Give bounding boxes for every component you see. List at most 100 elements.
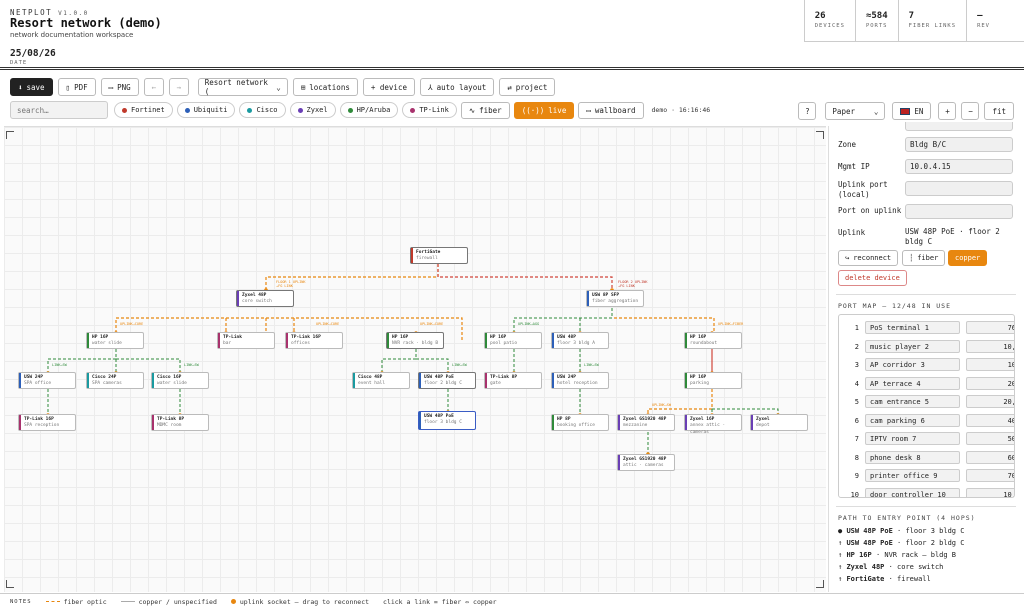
device-node[interactable]: USW 24P hotel reception bbox=[551, 372, 609, 389]
wallboard-button[interactable]: ▭ wallboard bbox=[578, 101, 644, 119]
device-node[interactable]: TP-Link 16P offices bbox=[285, 332, 343, 349]
vendor-dot-icon bbox=[347, 107, 353, 113]
stat-rev: — REV bbox=[966, 0, 1024, 42]
zoom-in-button[interactable]: + bbox=[938, 102, 957, 120]
port-row[interactable]: 6cam parking 640 bbox=[839, 413, 1014, 429]
help-button[interactable]: ? bbox=[798, 102, 817, 120]
path-hop[interactable]: ↑ USW 48P PoE · floor 2 bldg C bbox=[838, 539, 964, 547]
link-label: LINK→SW bbox=[52, 363, 67, 367]
fiber-toggle-button[interactable]: ∿ fiber bbox=[460, 101, 510, 119]
date-label: DATE bbox=[10, 60, 28, 66]
device-node[interactable]: HP 16P pool patio bbox=[484, 332, 542, 349]
device-node[interactable]: USW 48P PoE floor 2 bldg C bbox=[418, 372, 476, 389]
stats-panel: 26 DEVICES ≈584 PORTS 7 FIBER LINKS — REV bbox=[803, 0, 1024, 42]
device-node[interactable]: TP-Link 8P MDMC room bbox=[151, 414, 209, 431]
device-node[interactable]: Cisco 16P water slide bbox=[151, 372, 209, 389]
link-label: FLOOR 2 UPLINK →FG LINK bbox=[618, 280, 648, 289]
port-row[interactable]: 10 door controller 10 10, bbox=[839, 487, 1014, 497]
device-node[interactable]: TP-Link 16P SPA reception bbox=[18, 414, 76, 431]
device-node[interactable]: Zyxel GS1920 48P attic · cameras bbox=[617, 454, 675, 471]
device-node-selected[interactable]: USW 48P PoE floor 3 bldg C bbox=[418, 411, 476, 430]
vendor-dot-icon bbox=[184, 107, 190, 113]
device-node[interactable]: USW 48P floor 3 bldg A bbox=[551, 332, 609, 349]
delete-device-button[interactable]: delete device bbox=[838, 270, 907, 286]
port-row[interactable]: 9printer office 970 bbox=[839, 469, 1014, 484]
path-hop[interactable]: ● USW 48P PoE · floor 3 bldg C bbox=[838, 527, 964, 535]
device-node[interactable]: Cisco 24P SPA cameras bbox=[86, 372, 144, 389]
path-hop[interactable]: ↑ FortiGate · firewall bbox=[838, 575, 931, 583]
vendor-filter-ubiquiti[interactable]: Ubiquiti bbox=[176, 102, 236, 118]
page-title: Resort network (demo) bbox=[10, 16, 162, 30]
live-toggle-button[interactable]: ((·)) live bbox=[513, 101, 575, 119]
fit-button[interactable]: fit bbox=[984, 102, 1014, 120]
filter-bar: Fortinet Ubiquiti Cisco Zyxel HP/Aruba T… bbox=[10, 101, 710, 119]
vendor-filter-hp-aruba[interactable]: HP/Aruba bbox=[339, 102, 399, 118]
redo-button[interactable]: → bbox=[168, 78, 189, 96]
port-row[interactable]: 8phone desk 860 bbox=[839, 450, 1014, 466]
project-select[interactable]: Resort network (⌄ bbox=[197, 78, 288, 96]
vendor-filter-cisco[interactable]: Cisco bbox=[239, 102, 286, 118]
fiber-line-icon bbox=[45, 601, 60, 602]
link-label: UPLINK→SW bbox=[652, 403, 671, 407]
device-node[interactable]: TP-Link 8P gate bbox=[484, 372, 542, 389]
vendor-filter-zyxel[interactable]: Zyxel bbox=[289, 102, 336, 118]
locations-button[interactable]: ⊞ locations bbox=[292, 78, 358, 96]
path-hop[interactable]: ↑ Zyxel 48P · core switch bbox=[838, 563, 943, 571]
png-button[interactable]: ▭ PNG bbox=[100, 78, 139, 96]
diagram-canvas[interactable]: FLOOR 1 UPLINK →FG LINK FLOOR 2 UPLINK →FG… bbox=[4, 126, 826, 592]
copper-link bbox=[513, 308, 613, 332]
link-label: UPLINK→CORE bbox=[420, 322, 444, 326]
zoom-out-button[interactable]: − bbox=[961, 102, 980, 120]
port-row[interactable]: 4AP terrace 420 bbox=[839, 376, 1014, 392]
uplink-local-label: Uplink port (local) bbox=[838, 180, 888, 200]
device-node[interactable]: HP 16P water slide bbox=[86, 332, 144, 349]
wave-icon: ∿ bbox=[468, 105, 476, 115]
reconnect-button[interactable]: ↪ reconnect bbox=[838, 250, 899, 266]
device-node[interactable]: HP 16P roundabout bbox=[684, 332, 742, 349]
port-row[interactable]: 7IPTV room 750 bbox=[839, 432, 1014, 447]
device-node[interactable]: HP 16P NVR rack · bldg B bbox=[386, 332, 444, 349]
fiber-link bbox=[614, 317, 715, 332]
port-map-list[interactable]: 1PoS terminal 176 2music player 210, 3AP… bbox=[838, 314, 1015, 498]
fiber-link-button[interactable]: ┆ fiber bbox=[902, 250, 946, 266]
device-node[interactable]: HP 8P booking office bbox=[551, 414, 609, 431]
device-node[interactable]: USW 8P SFP fiber aggregation bbox=[586, 290, 644, 307]
port-row[interactable]: 3AP corridor 310 bbox=[839, 358, 1014, 373]
mgmt-ip-field[interactable]: 10.0.4.15 bbox=[905, 159, 1013, 174]
undo-button[interactable]: ← bbox=[143, 78, 164, 96]
theme-select[interactable]: Paper ⌄ bbox=[825, 102, 886, 120]
link-layer bbox=[46, 264, 780, 456]
port-on-uplink-field[interactable] bbox=[905, 204, 1013, 219]
device-node[interactable]: TP-Link bar bbox=[217, 332, 275, 349]
auto-layout-button[interactable]: ⅄ auto layout bbox=[419, 78, 495, 96]
zone-field[interactable]: Bldg B/C bbox=[905, 137, 1013, 152]
vendor-filter-fortinet[interactable]: Fortinet bbox=[114, 102, 173, 118]
port-row[interactable]: 2 music player 2 10, bbox=[839, 339, 1014, 355]
vendor-filter-tp-link[interactable]: TP-Link bbox=[402, 102, 457, 118]
port-row[interactable]: 5 cam entrance 5 20, bbox=[839, 395, 1014, 410]
view-controls: ? Paper ⌄ EN + − fit bbox=[798, 102, 1014, 120]
device-node[interactable]: Cisco 48P event hall bbox=[352, 372, 410, 389]
stat-ports: ≈584 PORTS bbox=[854, 0, 898, 42]
device-node[interactable]: Zyxel 16P annex attic · cameras bbox=[684, 414, 742, 435]
device-node[interactable]: HP 16P parking bbox=[684, 372, 742, 389]
port-row[interactable]: 1PoS terminal 176 bbox=[839, 321, 1014, 336]
pdf-button[interactable]: ▯ PDF bbox=[57, 78, 96, 96]
copper-link-button[interactable]: copper bbox=[948, 250, 988, 266]
device-node[interactable]: Zyxel depot bbox=[750, 414, 808, 431]
device-node[interactable]: FortiGate firewall bbox=[410, 247, 468, 264]
legend-fiber: fiber optic bbox=[45, 598, 107, 606]
device-node[interactable]: Zyxel 48P core switch bbox=[236, 290, 294, 307]
copper-link bbox=[116, 358, 181, 372]
project-button[interactable]: ⇄ project bbox=[499, 78, 556, 96]
path-hop[interactable]: ↑ HP 16P · NVR rack — bldg B bbox=[838, 551, 956, 559]
prev-field[interactable] bbox=[905, 122, 1013, 131]
language-button[interactable]: EN bbox=[892, 102, 932, 120]
save-button[interactable]: ⬇ save bbox=[10, 78, 53, 96]
uplink-local-field[interactable] bbox=[905, 181, 1013, 196]
device-node[interactable]: USW 24P SPA office bbox=[18, 372, 76, 389]
device-node[interactable]: Zyxel GS1920 48P mezzanine bbox=[617, 414, 675, 431]
search-input[interactable] bbox=[10, 101, 108, 119]
add-device-button[interactable]: + device bbox=[362, 78, 415, 96]
copper-link bbox=[381, 349, 417, 372]
